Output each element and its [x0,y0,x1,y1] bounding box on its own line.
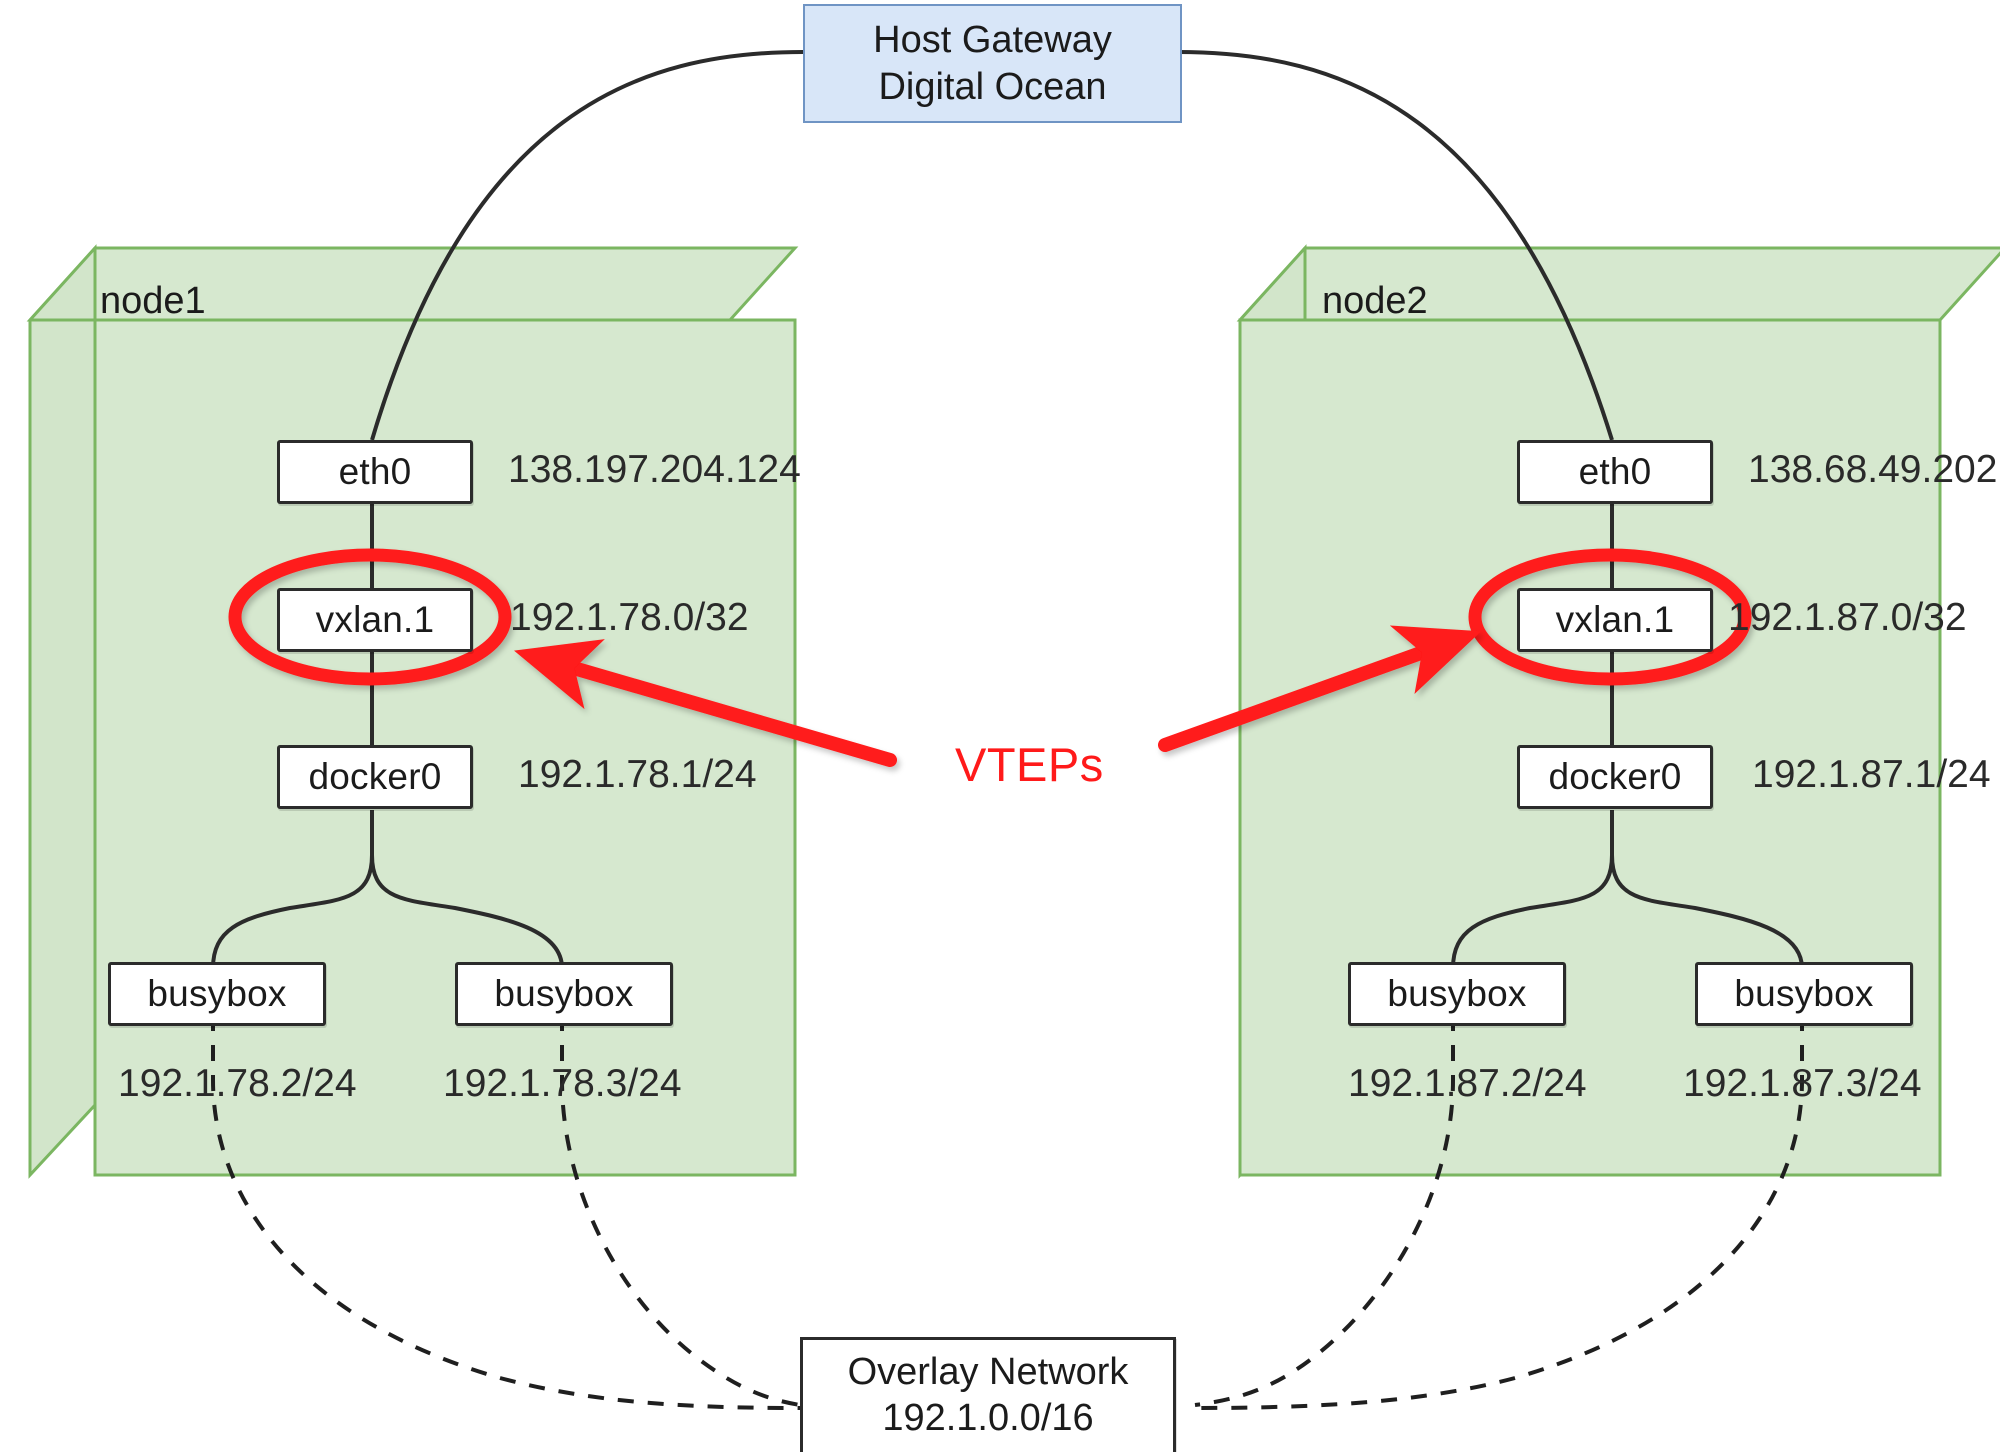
node1-interface-eth0[interactable]: eth0 [277,440,473,504]
node2-container-shape [1236,244,2000,1179]
node1-interface-docker0-ip: 192.1.78.1/24 [518,753,757,796]
node2-interface-docker0-ip: 192.1.87.1/24 [1752,753,1991,796]
node1-container-busybox-2-label: busybox [494,973,634,1014]
node2-interface-eth0-label: eth0 [1578,451,1652,492]
node2-container-busybox-2-ip: 192.1.87.3/24 [1683,1062,1922,1105]
node2-container-busybox-2-label: busybox [1734,973,1874,1014]
node2-label: node2 [1322,280,1428,322]
node1-label: node1 [100,280,206,322]
node2-container-busybox-1-ip: 192.1.87.2/24 [1348,1062,1587,1105]
node1-container-busybox-2[interactable]: busybox [455,962,673,1026]
node2-interface-vxlan1-label: vxlan.1 [1555,599,1675,640]
node1-container-busybox-1-ip: 192.1.78.2/24 [118,1062,357,1105]
node1-container-busybox-1[interactable]: busybox [108,962,326,1026]
node2-interface-eth0[interactable]: eth0 [1517,440,1713,504]
node1-container-shape [26,244,799,1179]
overlay-network-box: Overlay Network 192.1.0.0/16 [800,1337,1176,1452]
host-gateway-line-2: Digital Ocean [878,65,1107,108]
node2-container-busybox-1[interactable]: busybox [1348,962,1566,1026]
vteps-annotation-label: VTEPs [955,738,1104,791]
diagram-vector-layer [26,50,2000,1410]
diagram-canvas: Host Gateway Digital Ocean node1 eth0 13… [0,0,2000,1452]
node2-interface-vxlan1[interactable]: vxlan.1 [1517,588,1713,652]
host-gateway-line-1: Host Gateway [873,19,1112,62]
node1-interface-docker0[interactable]: docker0 [277,745,473,809]
node2-container-busybox-1-label: busybox [1387,973,1527,1014]
node1-interface-docker0-label: docker0 [308,756,442,797]
node1-interface-eth0-label: eth0 [338,451,412,492]
node2-interface-docker0[interactable]: docker0 [1517,745,1713,809]
host-gateway-box: Host Gateway Digital Ocean [803,4,1182,123]
node2-interface-vxlan1-ip: 192.1.87.0/32 [1728,596,1967,639]
node1-interface-eth0-ip: 138.197.204.124 [508,448,801,491]
node1-interface-vxlan1[interactable]: vxlan.1 [277,588,473,652]
node1-interface-vxlan1-label: vxlan.1 [315,599,435,640]
node2-interface-eth0-ip: 138.68.49.202 [1748,448,1998,491]
overlay-network-line-2: 192.1.0.0/16 [882,1397,1094,1439]
node2-interface-docker0-label: docker0 [1548,756,1682,797]
node2-container-busybox-2[interactable]: busybox [1695,962,1913,1026]
node1-container-busybox-1-label: busybox [147,973,287,1014]
node1-interface-vxlan1-ip: 192.1.78.0/32 [510,596,749,639]
overlay-network-line-1: Overlay Network [847,1351,1129,1394]
node1-container-busybox-2-ip: 192.1.78.3/24 [443,1062,682,1105]
